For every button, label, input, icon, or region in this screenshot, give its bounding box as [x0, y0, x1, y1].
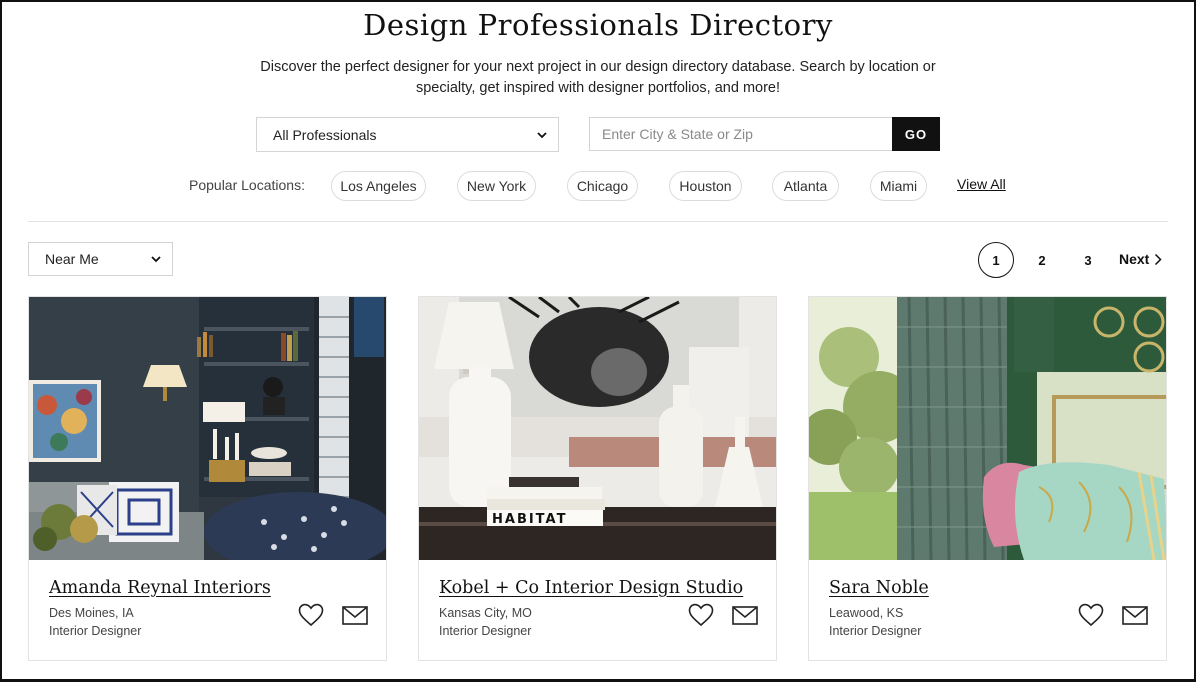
designer-location: Des Moines, IA [49, 606, 134, 620]
popular-locations-label: Popular Locations: [189, 177, 305, 193]
mail-icon[interactable] [1122, 606, 1148, 625]
professional-type-select[interactable]: All Professionals [256, 117, 559, 152]
designer-portfolio-image[interactable] [29, 297, 386, 560]
designer-type: Interior Designer [829, 624, 922, 638]
designer-card[interactable]: Amanda Reynal Interiors Des Moines, IA I… [28, 296, 387, 661]
view-all-locations-link[interactable]: View All [957, 176, 1006, 192]
location-pill-los-angeles[interactable]: Los Angeles [331, 171, 426, 201]
designer-portfolio-image[interactable] [809, 297, 1166, 560]
location-pill-miami[interactable]: Miami [870, 171, 927, 201]
designer-location: Leawood, KS [829, 606, 904, 620]
designer-name-link[interactable]: Sara Noble [829, 578, 929, 598]
page-1-button[interactable]: 1 [978, 242, 1014, 278]
designer-portfolio-image[interactable]: HABITAT [419, 297, 776, 560]
chevron-right-icon [1155, 253, 1162, 265]
next-page-link[interactable]: Next [1119, 251, 1162, 267]
page-2-button[interactable]: 2 [1024, 242, 1060, 278]
book-spine-text: HABITAT [492, 512, 567, 527]
location-pill-atlanta[interactable]: Atlanta [772, 171, 839, 201]
section-divider [28, 221, 1168, 222]
location-pill-chicago[interactable]: Chicago [567, 171, 638, 201]
page-3-button[interactable]: 3 [1070, 242, 1106, 278]
designer-name-link[interactable]: Amanda Reynal Interiors [49, 578, 271, 598]
location-pill-new-york[interactable]: New York [457, 171, 536, 201]
heart-icon[interactable] [298, 603, 324, 627]
chevron-down-icon [537, 131, 547, 138]
designer-location: Kansas City, MO [439, 606, 532, 620]
designer-type: Interior Designer [49, 624, 142, 638]
sort-value: Near Me [45, 251, 99, 267]
location-pill-houston[interactable]: Houston [669, 171, 742, 201]
location-search-input[interactable] [589, 117, 892, 151]
designer-type: Interior Designer [439, 624, 532, 638]
mail-icon[interactable] [732, 606, 758, 625]
heart-icon[interactable] [1078, 603, 1104, 627]
mail-icon[interactable] [342, 606, 368, 625]
go-button[interactable]: GO [892, 117, 940, 151]
sort-select[interactable]: Near Me [28, 242, 173, 276]
page-title: Design Professionals Directory [363, 8, 833, 42]
designer-card[interactable]: HABITAT Kobel + Co Interior Design Studi… [418, 296, 777, 661]
professional-type-value: All Professionals [273, 126, 377, 143]
next-page-label: Next [1119, 251, 1150, 267]
chevron-down-icon [151, 256, 161, 263]
designer-card[interactable]: Sara Noble Leawood, KS Interior Designer [808, 296, 1167, 661]
page-subtitle: Discover the perfect designer for your n… [260, 59, 936, 96]
designer-name-link[interactable]: Kobel + Co Interior Design Studio [439, 578, 743, 598]
heart-icon[interactable] [688, 603, 714, 627]
